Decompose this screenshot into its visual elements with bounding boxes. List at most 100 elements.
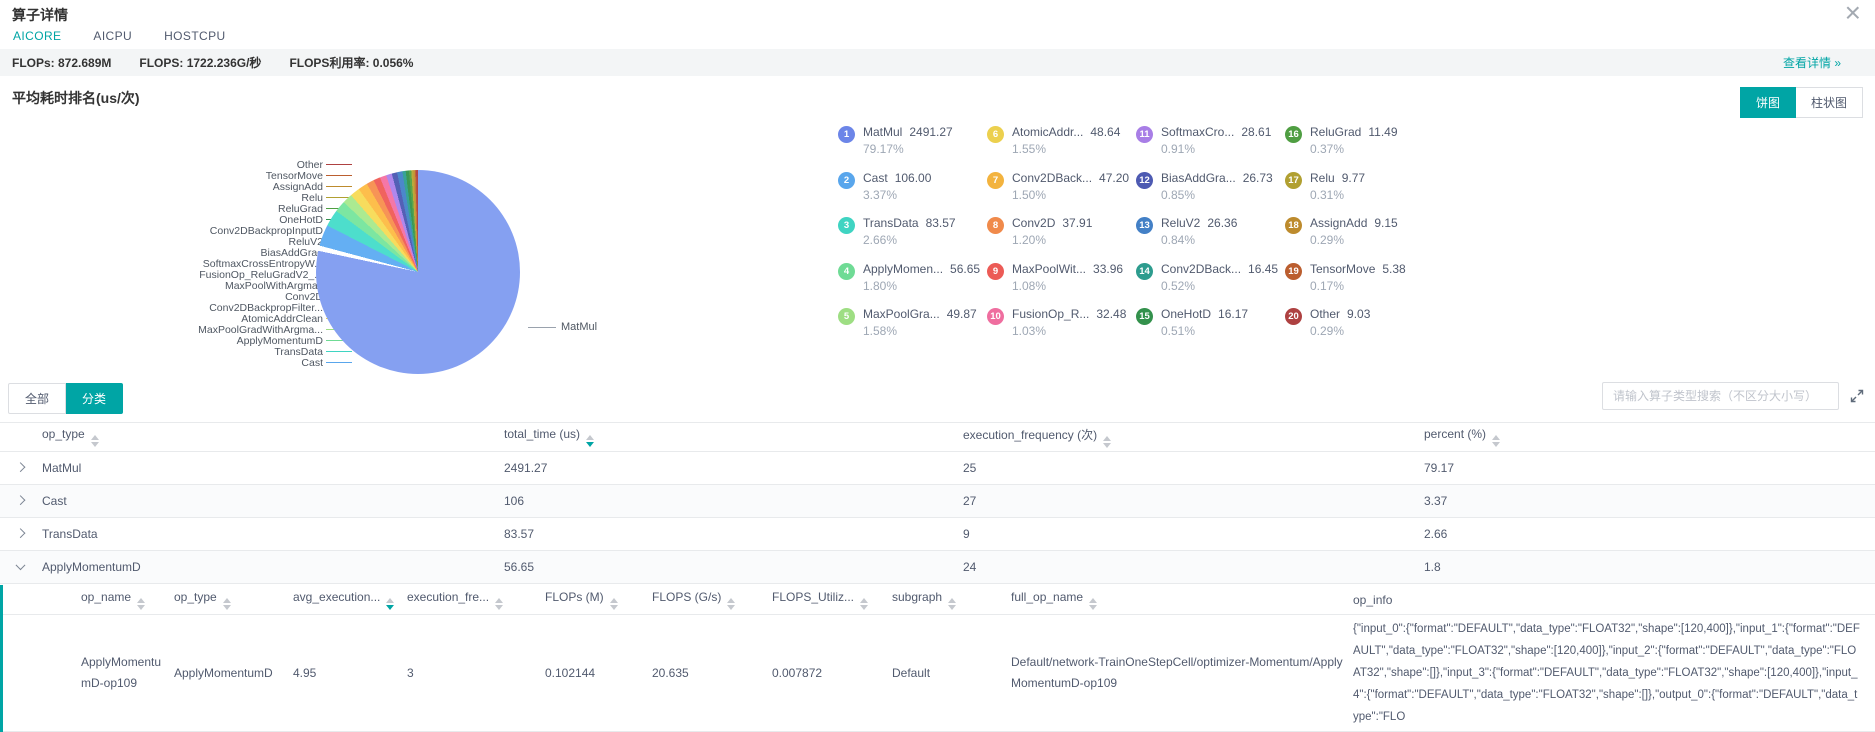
sort-carets-icon[interactable] [137,598,145,610]
legend-percent: 0.31% [1310,188,1365,202]
close-icon[interactable]: × [1845,0,1861,26]
legend-item[interactable]: 5MaxPoolGra...49.871.58% [838,307,987,353]
legend-text: MatMul2491.2779.17% [863,125,953,156]
tab-hostcpu[interactable]: HOSTCPU [163,27,226,49]
column-header-full-op-name[interactable]: full_op_name [1011,590,1353,610]
legend-rank-badge: 17 [1285,172,1302,189]
sort-carets-icon[interactable] [1103,436,1111,448]
detail-row: ApplyMomentumD-op109ApplyMomentumD4.9530… [3,615,1875,732]
bar-view-button[interactable]: 柱状图 [1796,87,1863,118]
pie-label-text: Cast [301,357,323,369]
sort-carets-icon[interactable] [91,435,99,447]
column-header-flops-gs[interactable]: FLOPS (G/s) [652,590,772,610]
legend-item[interactable]: 17Relu9.770.31% [1285,171,1434,217]
collapse-row-icon[interactable] [16,560,26,570]
legend-item[interactable]: 16ReluGrad11.490.37% [1285,125,1434,171]
column-header-op-type[interactable]: op_type [0,427,462,447]
column-header-avg-execution-time[interactable]: avg_execution... [293,590,407,610]
expand-row-icon[interactable] [16,495,26,505]
legend-name-value: BiasAddGra...26.73 [1161,171,1273,185]
legend-item[interactable]: 11SoftmaxCro...28.610.91% [1136,125,1285,171]
legend-item[interactable]: 20Other9.030.29% [1285,307,1434,353]
legend-name-value: Other9.03 [1310,307,1370,321]
pie-chart[interactable] [316,170,520,374]
op-row-applymomentumd[interactable]: ApplyMomentumD56.65241.8 [0,551,1875,584]
legend-text: Conv2D37.911.20% [1012,216,1092,247]
column-header-flops-m[interactable]: FLOPs (M) [545,590,652,610]
expand-row-icon[interactable] [16,462,26,472]
column-header-subgraph[interactable]: subgraph [892,590,1011,610]
legend-item[interactable]: 10FusionOp_R...32.481.03% [987,307,1136,353]
expand-row-icon[interactable] [16,528,26,538]
legend-name: AssignAdd [1310,216,1367,230]
legend-item[interactable]: 14Conv2DBack...16.450.52% [1136,262,1285,308]
pie-label: FusionOp_ReluGradV2_... [30,269,352,280]
cell-op-info: {"input_0":{"format":"DEFAULT","data_typ… [1353,615,1875,731]
legend-item[interactable]: 12BiasAddGra...26.730.85% [1136,171,1285,217]
legend-item[interactable]: 3TransData83.572.66% [838,216,987,262]
legend-percent: 0.51% [1161,324,1248,338]
legend-item[interactable]: 6AtomicAddr...48.641.55% [987,125,1136,171]
op-type-table: op_typetotal_time (us)execution_frequenc… [0,422,1875,584]
legend-item[interactable]: 9MaxPoolWit...33.961.08% [987,262,1136,308]
legend-name: Relu [1310,171,1335,185]
tab-aicore[interactable]: AICORE [12,27,62,51]
cell-execution-frequency: 3 [407,615,545,731]
legend-name-value: Conv2DBack...47.20 [1012,171,1129,185]
legend-value: 48.64 [1090,125,1120,139]
column-header-total-time[interactable]: total_time (us) [462,427,921,447]
legend-item[interactable]: 19TensorMove5.380.17% [1285,262,1434,308]
sort-carets-icon[interactable] [727,598,735,610]
legend-item[interactable]: 4ApplyMomen...56.651.80% [838,262,987,308]
sort-carets-icon[interactable] [1492,435,1500,447]
legend-item[interactable]: 1MatMul2491.2779.17% [838,125,987,171]
column-header-flops-utilization[interactable]: FLOPS_Utiliz... [772,590,892,610]
legend-name: MatMul [863,125,902,139]
filter-tab-category[interactable]: 分类 [66,383,123,414]
flops-metric: FLOPS: 1722.236G/秒 [139,56,261,70]
legend-item[interactable]: 7Conv2DBack...47.201.50% [987,171,1136,217]
legend-name-value: FusionOp_R...32.48 [1012,307,1126,321]
sort-carets-icon[interactable] [1089,598,1097,610]
filter-tab-all[interactable]: 全部 [8,383,66,414]
sort-carets-icon[interactable] [610,598,618,610]
column-header-percent[interactable]: percent (%) [1382,427,1875,447]
legend-name-value: ReluGrad11.49 [1310,125,1398,139]
legend-name-value: MaxPoolGra...49.87 [863,307,977,321]
op-row-cast[interactable]: Cast106273.37 [0,485,1875,518]
sort-carets-icon[interactable] [223,598,231,610]
legend-name-value: ApplyMomen...56.65 [863,262,980,276]
legend-item[interactable]: 18AssignAdd9.150.29% [1285,216,1434,262]
column-header-op-name[interactable]: op_name [3,590,174,610]
legend-item[interactable]: 2Cast106.003.37% [838,171,987,217]
fullscreen-icon[interactable] [1849,388,1865,404]
column-header-execution-frequency[interactable]: execution_frequency (次) [921,426,1382,448]
view-details-link[interactable]: 查看详情 » [1783,54,1841,71]
legend-item[interactable]: 8Conv2D37.911.20% [987,216,1136,262]
sort-carets-icon[interactable] [860,598,868,610]
sort-carets-icon[interactable] [586,435,594,447]
search-input[interactable] [1602,382,1839,410]
tab-aicpu[interactable]: AICPU [92,27,133,49]
column-header-label: execution_fre... [407,590,489,604]
column-header-op-type[interactable]: op_type [174,590,293,610]
op-row-transdata[interactable]: TransData83.5792.66 [0,518,1875,551]
cell-avg-execution-time: 4.95 [293,615,407,731]
legend-rank-badge: 9 [987,263,1004,280]
legend-item[interactable]: 15OneHotD16.170.51% [1136,307,1285,353]
column-header-execution-frequency[interactable]: execution_fre... [407,590,545,610]
cell-percent: 79.17 [1382,461,1875,475]
page-title: 算子详情 [12,7,68,23]
flops-summary-bar: FLOPs: 872.689MFLOPS: 1722.236G/秒FLOPS利用… [0,49,1875,76]
column-header-label: op_info [1353,593,1392,607]
legend-text: OneHotD16.170.51% [1161,307,1248,338]
sort-carets-icon[interactable] [386,598,394,610]
legend-item[interactable]: 13ReluV226.360.84% [1136,216,1285,262]
sort-carets-icon[interactable] [948,598,956,610]
pie-view-button[interactable]: 饼图 [1740,87,1796,118]
legend-value: 16.45 [1248,262,1278,276]
legend-rank-badge: 12 [1136,172,1153,189]
sort-carets-icon[interactable] [495,598,503,610]
op-row-matmul[interactable]: MatMul2491.272579.17 [0,452,1875,485]
chart-legend: 1MatMul2491.2779.17%2Cast106.003.37%3Tra… [838,125,1434,353]
